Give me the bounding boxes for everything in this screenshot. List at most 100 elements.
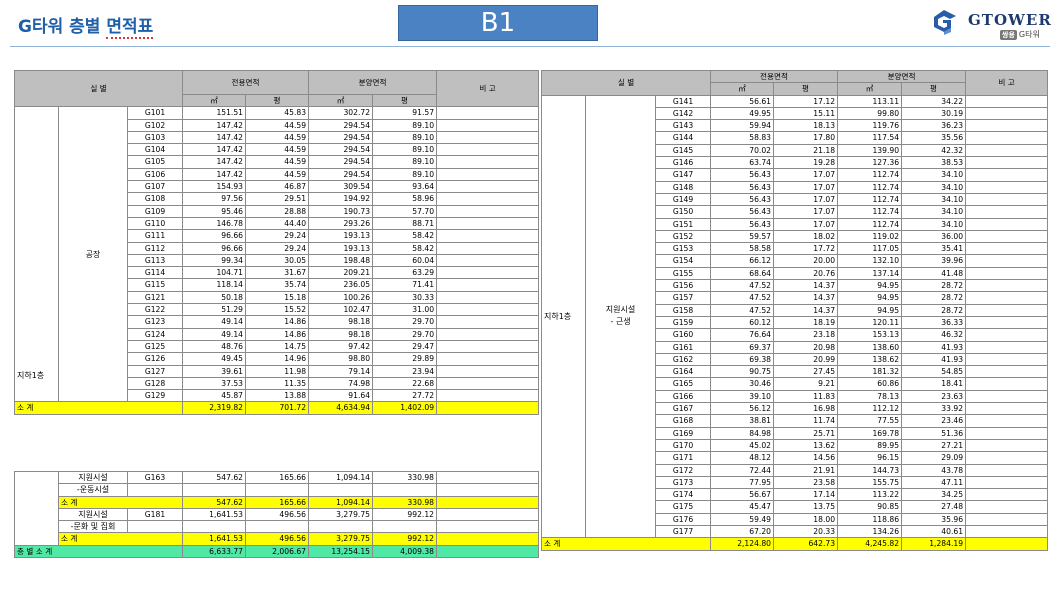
col-room-header: 실 별	[13, 69, 184, 108]
col-sale-header: 분양면적	[837, 69, 967, 84]
table-row: 지하1층 공장 G101 151.51 45.83 302.72 91.57	[14, 106, 540, 403]
room-id: G176	[654, 512, 712, 526]
remark-cell	[965, 475, 1049, 490]
cell: 1,402.09	[372, 401, 438, 415]
cell: 16.98	[773, 402, 839, 416]
cell: 56.43	[710, 192, 775, 207]
cell: 34.10	[901, 180, 967, 194]
cell: 51.29	[182, 303, 247, 317]
cell: 17.07	[773, 168, 839, 182]
cell: 44.59	[245, 167, 310, 182]
remark-cell	[965, 377, 1049, 391]
cell: 117.54	[837, 131, 903, 145]
cell: 40.61	[901, 524, 967, 539]
cell: 9.21	[773, 377, 839, 391]
cell: 63.74	[710, 156, 775, 170]
page-title: G타워 층별 면적표	[18, 12, 154, 39]
cell: 41.48	[901, 266, 967, 281]
remark-cell	[965, 438, 1049, 453]
room-id: G151	[654, 217, 712, 231]
cell: 31.00	[372, 303, 438, 317]
cell: 23.63	[901, 389, 967, 404]
cell: 49.14	[182, 315, 247, 329]
cell: 293.26	[308, 216, 374, 231]
remark-cell	[965, 303, 1049, 317]
cell: 59.94	[710, 119, 775, 133]
cell: 28.72	[901, 279, 967, 293]
cell: 302.72	[308, 106, 374, 120]
room-id: G111	[126, 229, 184, 243]
cell: 119.02	[837, 229, 903, 244]
cell: 21.91	[773, 463, 839, 477]
cell: 17.07	[773, 192, 839, 207]
cell: 496.56	[245, 532, 309, 546]
cell: 68.64	[710, 266, 775, 281]
floor-label-cell: 지하1층	[541, 94, 586, 539]
cell: 47.52	[710, 291, 775, 305]
cell: 49.95	[710, 106, 775, 121]
room-id: G141	[654, 94, 712, 108]
remark-cell	[965, 389, 1049, 404]
table-row: 지하1층 지원시설 - 근생 G141 56.61 17.12 113.11 34.22	[541, 94, 1049, 539]
remark-cell	[965, 143, 1049, 158]
cell: 330.98	[372, 495, 437, 509]
cell: 20.33	[773, 524, 839, 539]
cell: 23.94	[372, 364, 438, 378]
room-id: G172	[654, 463, 712, 477]
cell: 36.33	[901, 315, 967, 330]
cell: 30.33	[372, 290, 438, 305]
cell: 294.54	[308, 155, 374, 169]
unit-sqm: ㎡	[182, 93, 247, 108]
title-underlined: 면적표	[106, 17, 154, 39]
remark-cell	[965, 156, 1049, 170]
cell: 44.59	[245, 155, 310, 169]
cell: 309.54	[308, 180, 374, 194]
room-id: G129	[126, 389, 184, 403]
cell: 138.60	[837, 340, 903, 354]
cell: 58.58	[710, 242, 775, 256]
room-id: G149	[654, 192, 712, 207]
cell: 84.98	[710, 426, 775, 440]
remark-cell	[436, 155, 540, 169]
room-id: G153	[654, 242, 712, 256]
cell: 13.62	[773, 438, 839, 453]
cell: 15.52	[245, 303, 310, 317]
remark-cell	[965, 266, 1049, 281]
cell: 59.57	[710, 229, 775, 244]
cell: 147.42	[182, 118, 247, 132]
room-id: G152	[654, 229, 712, 244]
room-id: G124	[126, 327, 184, 341]
cell: 67.20	[710, 524, 775, 539]
room-id: G143	[654, 119, 712, 133]
cell: 13,254.15	[308, 544, 373, 559]
cell: 54.85	[901, 365, 967, 379]
cell: 42.32	[901, 143, 967, 158]
cell: 71.41	[372, 278, 438, 292]
subtotal-row: 소 계 2,319.82 701.72 4,634.94 1,402.09	[13, 401, 540, 415]
cell: 118.14	[182, 278, 247, 292]
room-id: G168	[654, 414, 712, 428]
cell: 17.12	[773, 94, 839, 108]
room-id: G154	[654, 254, 712, 268]
room-id: G144	[654, 131, 712, 145]
cell: 34.10	[901, 205, 967, 219]
remark-cell	[965, 205, 1049, 219]
cell: 29.70	[372, 327, 438, 341]
cell: 89.95	[837, 438, 903, 453]
cell: 34.10	[901, 192, 967, 207]
cell: 60.12	[710, 315, 775, 330]
group-label: -문화 및 집회	[58, 520, 128, 534]
cell: 193.13	[308, 241, 374, 255]
subtotal-row: 소 계 1,641.53 496.56 3,279.75 992.12	[14, 532, 539, 546]
room-id: G175	[654, 500, 712, 514]
cell: 190.73	[308, 204, 374, 218]
cell: 20.98	[773, 340, 839, 354]
cell: 992.12	[372, 532, 437, 546]
room-id: G123	[126, 315, 184, 329]
logo-sub: 쌍용 G타워	[1000, 29, 1040, 40]
cell: 56.61	[710, 94, 775, 108]
cell: 66.12	[710, 254, 775, 268]
col-remark-header: 비 고	[965, 70, 1049, 96]
room-id: G157	[654, 291, 712, 305]
room-id: G161	[654, 340, 712, 354]
